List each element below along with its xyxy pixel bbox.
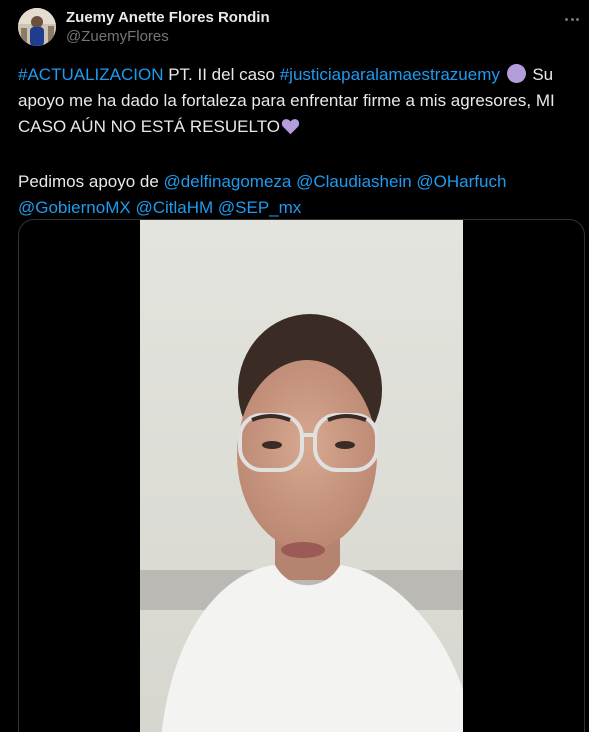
mention-sep-mx[interactable]: @SEP_mx bbox=[218, 198, 301, 217]
mention-delfinagomeza[interactable]: @delfinagomeza bbox=[164, 172, 292, 191]
author-info: Zuemy Anette Flores Rondin @ZuemyFlores bbox=[66, 9, 270, 47]
more-options-icon[interactable] bbox=[561, 8, 583, 30]
author-handle[interactable]: @ZuemyFlores bbox=[66, 27, 270, 47]
author-display-name[interactable]: Zuemy Anette Flores Rondin bbox=[66, 9, 270, 27]
hashtag-justicia[interactable]: #justiciaparalamaestrazuemy bbox=[280, 65, 500, 84]
purple-heart-emoji-icon bbox=[281, 117, 300, 143]
mention-citlahm[interactable]: @CitlaHM bbox=[135, 198, 213, 217]
tweet: Zuemy Anette Flores Rondin @ZuemyFlores … bbox=[0, 0, 589, 732]
tweet-paragraph-1: #ACTUALIZACION PT. II del caso #justicia… bbox=[18, 62, 578, 143]
mention-claudiashein[interactable]: @Claudiashein bbox=[296, 172, 412, 191]
tweet-text: #ACTUALIZACION PT. II del caso #justicia… bbox=[18, 62, 578, 221]
tweet-text-segment: Pedimos apoyo de bbox=[18, 172, 164, 191]
video-player[interactable] bbox=[18, 219, 585, 732]
avatar[interactable] bbox=[18, 8, 56, 46]
tweet-paragraph-2: Pedimos apoyo de @delfinagomeza @Claudia… bbox=[18, 169, 578, 221]
purple-circle-emoji-icon bbox=[506, 64, 526, 83]
hashtag-actualizacion[interactable]: #ACTUALIZACION bbox=[18, 65, 163, 84]
video-frame[interactable] bbox=[140, 220, 463, 732]
mention-gobiernomx[interactable]: @GobiernoMX bbox=[18, 198, 131, 217]
tweet-text-segment: PT. II del caso bbox=[163, 65, 280, 84]
mention-oharfuch[interactable]: @OHarfuch bbox=[416, 172, 506, 191]
